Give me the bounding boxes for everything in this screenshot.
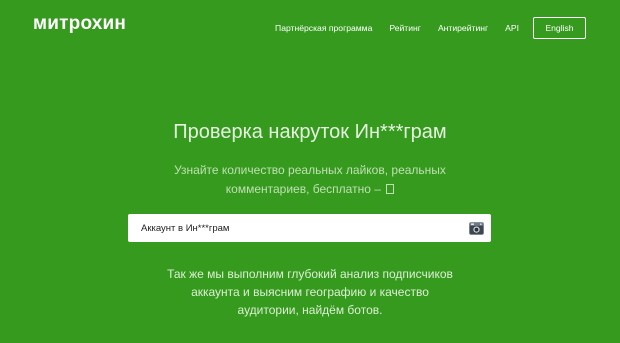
nav-link-api[interactable]: API bbox=[505, 23, 519, 33]
hero-subtitle-line-2-text: комментариев, бесплатно – bbox=[225, 182, 381, 196]
description-line-2: аккаунта и выясним географию и качество bbox=[191, 285, 429, 299]
account-search-box bbox=[128, 214, 491, 242]
nav-link-rating[interactable]: Рейтинг bbox=[389, 23, 421, 33]
page-title: Проверка накруток Ин***грам bbox=[173, 121, 447, 143]
account-search-input[interactable] bbox=[128, 214, 461, 242]
top-nav: Партнёрская программа Рейтинг Антирейтин… bbox=[275, 16, 586, 40]
hero-subtitle-line-1: Узнайте количество реальных лайков, реал… bbox=[174, 163, 446, 177]
language-switch-button[interactable]: English bbox=[533, 17, 586, 39]
camera-icon[interactable] bbox=[461, 214, 491, 242]
description-line-1: Так же мы выполним глубокий анализ подпи… bbox=[167, 267, 453, 281]
nav-link-partner-program[interactable]: Партнёрская программа bbox=[275, 23, 372, 33]
description-line-3: аудитории, найдём ботов. bbox=[237, 303, 383, 317]
camera-icon-graphic bbox=[468, 221, 484, 235]
hero-subtitle-line-2: комментариев, бесплатно – bbox=[0, 180, 620, 199]
description: Так же мы выполним глубокий анализ подпи… bbox=[0, 265, 620, 319]
hero-subtitle: Узнайте количество реальных лайков, реал… bbox=[0, 161, 620, 199]
nav-link-antirating[interactable]: Антирейтинг bbox=[438, 23, 488, 33]
emoji-placeholder-icon bbox=[386, 184, 395, 194]
site-logo[interactable]: митрохин bbox=[33, 12, 126, 36]
